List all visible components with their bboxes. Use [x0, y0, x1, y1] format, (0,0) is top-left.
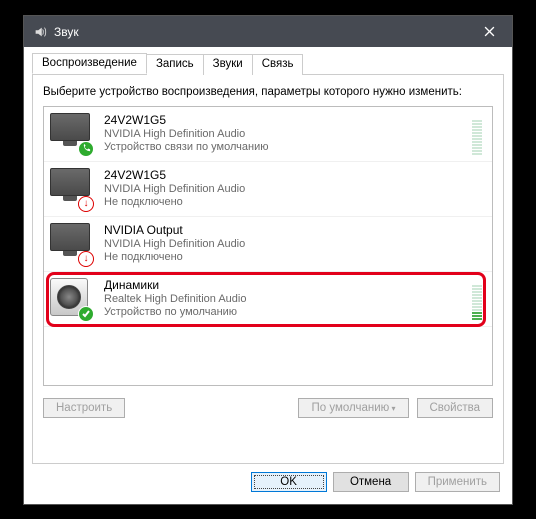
arrow-down-badge-icon: ↓	[78, 196, 94, 212]
panel-prompt: Выберите устройство воспроизведения, пар…	[43, 85, 493, 100]
device-row[interactable]: Динамики Realtek High Definition Audio У…	[44, 272, 492, 327]
device-name: 24V2W1G5	[104, 113, 472, 128]
window-title: Звук	[54, 25, 79, 39]
device-name: Динамики	[104, 278, 472, 293]
tab-recording[interactable]: Запись	[146, 54, 204, 75]
apply-button[interactable]: Применить	[415, 472, 500, 492]
device-driver: NVIDIA High Definition Audio	[104, 183, 482, 197]
device-status: Не подключено	[104, 196, 482, 210]
sound-dialog: Звук Воспроизведение Запись Звуки Связь …	[23, 15, 513, 505]
phone-badge-icon	[78, 141, 94, 157]
device-status: Не подключено	[104, 251, 482, 265]
device-name: 24V2W1G5	[104, 168, 482, 183]
device-row[interactable]: ↓ 24V2W1G5 NVIDIA High Definition Audio …	[44, 162, 492, 217]
dialog-buttons: OK Отмена Применить	[24, 472, 512, 504]
device-row[interactable]: 24V2W1G5 NVIDIA High Definition Audio Ус…	[44, 107, 492, 162]
device-driver: Realtek High Definition Audio	[104, 293, 472, 307]
panel-buttons: Настроить По умолчанию Свойства	[43, 398, 493, 418]
tab-strip: Воспроизведение Запись Звуки Связь	[32, 53, 504, 74]
device-status: Устройство по умолчанию	[104, 306, 472, 320]
device-list[interactable]: 24V2W1G5 NVIDIA High Definition Audio Ус…	[43, 106, 493, 386]
configure-button[interactable]: Настроить	[43, 398, 125, 418]
arrow-down-badge-icon: ↓	[78, 251, 94, 267]
device-name: NVIDIA Output	[104, 223, 482, 238]
device-driver: NVIDIA High Definition Audio	[104, 128, 472, 142]
ok-button[interactable]: OK	[251, 472, 327, 492]
tab-communications[interactable]: Связь	[252, 54, 304, 75]
playback-panel: Выберите устройство воспроизведения, пар…	[32, 74, 504, 464]
monitor-icon	[50, 113, 92, 155]
monitor-icon: ↓	[50, 168, 92, 210]
cancel-button[interactable]: Отмена	[333, 472, 409, 492]
device-status: Устройство связи по умолчанию	[104, 141, 472, 155]
properties-button[interactable]: Свойства	[417, 398, 494, 418]
tab-sounds[interactable]: Звуки	[203, 54, 253, 75]
level-meter	[472, 113, 482, 155]
check-badge-icon	[78, 306, 94, 322]
set-default-button[interactable]: По умолчанию	[298, 398, 408, 418]
close-button[interactable]	[467, 16, 512, 47]
titlebar[interactable]: Звук	[24, 16, 512, 47]
sound-icon	[32, 24, 48, 40]
device-row[interactable]: ↓ NVIDIA Output NVIDIA High Definition A…	[44, 217, 492, 272]
device-driver: NVIDIA High Definition Audio	[104, 238, 482, 252]
level-meter	[472, 278, 482, 320]
monitor-icon: ↓	[50, 223, 92, 265]
tab-playback[interactable]: Воспроизведение	[32, 53, 147, 74]
speaker-icon	[50, 278, 92, 320]
